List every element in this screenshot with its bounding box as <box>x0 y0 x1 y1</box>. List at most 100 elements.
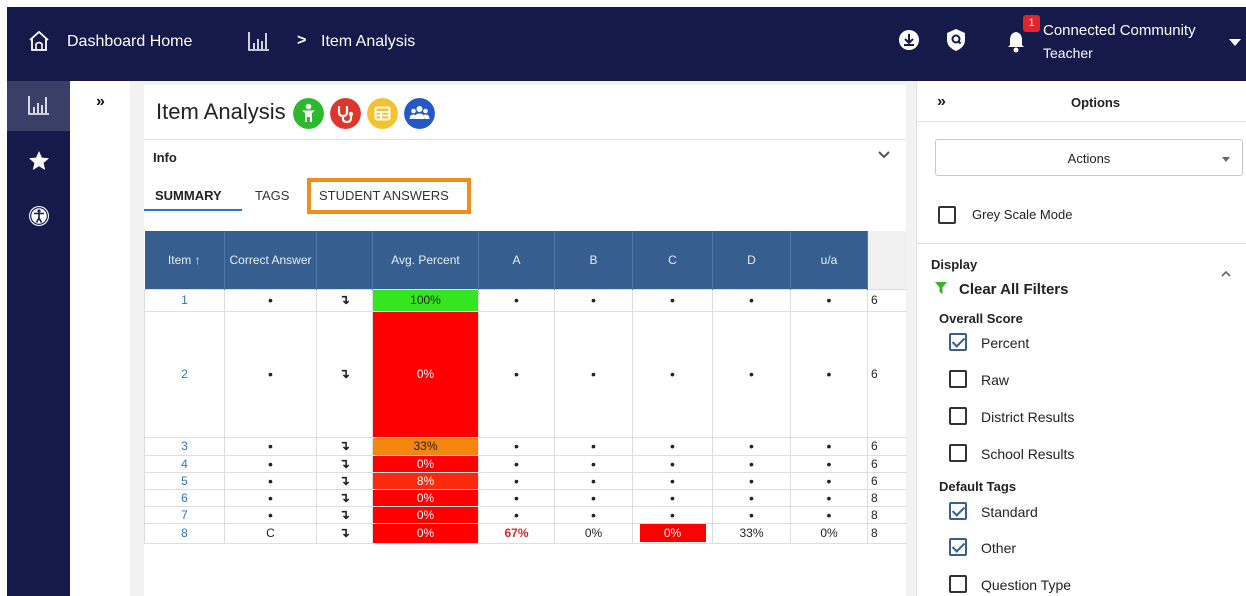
question-type-label: Question Type <box>981 577 1072 593</box>
unanswered-cell: • <box>790 436 868 456</box>
page-title: Item Analysis <box>156 99 286 124</box>
correct-answer-cell: • <box>224 471 317 490</box>
choice-a-cell: • <box>478 288 555 312</box>
left-sidebar <box>7 81 70 596</box>
shield-icon[interactable] <box>945 28 967 52</box>
choice-d-cell: 33% <box>712 522 791 544</box>
options-panel: » Options Actions Grey Scale Mode Displa… <box>916 81 1246 596</box>
distractor-icon-cell[interactable]: ↴ <box>316 522 373 544</box>
grey-scale-label: Grey Scale Mode <box>972 207 1073 222</box>
student-icon[interactable] <box>293 98 324 129</box>
item-number-cell[interactable]: 3 <box>144 436 225 456</box>
home-icon[interactable] <box>27 29 51 53</box>
item-number-cell[interactable]: 1 <box>144 288 225 312</box>
question-type-checkbox[interactable] <box>949 575 967 593</box>
bar-chart-icon <box>28 96 49 115</box>
distractor-icon-cell[interactable]: ↴ <box>316 505 373 524</box>
overflow-value-cell: 8 <box>867 522 907 544</box>
table-row: 3 • ↴ 33% • • • • • 6 <box>144 436 907 456</box>
column-header-avg-percent[interactable]: Avg. Percent <box>372 231 479 289</box>
column-header-c[interactable]: C <box>632 231 713 289</box>
standard-checkbox[interactable] <box>949 502 967 520</box>
overflow-value-cell: 6 <box>867 436 907 456</box>
bell-icon[interactable] <box>1005 29 1027 53</box>
chevron-down-icon[interactable] <box>877 148 891 162</box>
expand-panel-toggle[interactable]: » <box>96 93 105 111</box>
distractor-icon-cell[interactable]: ↴ <box>316 288 373 312</box>
correct-answer-cell: • <box>224 288 317 312</box>
choice-d-cell: • <box>712 505 791 524</box>
column-header-correct-answer[interactable]: Correct Answer <box>224 231 317 289</box>
table-row: 2 • ↴ 0% • • • • • 6 <box>144 310 907 438</box>
choice-d-cell: • <box>712 471 791 490</box>
stethoscope-icon[interactable] <box>330 98 361 129</box>
tab-summary[interactable]: SUMMARY <box>155 188 222 203</box>
accessibility-icon[interactable] <box>27 204 51 228</box>
percent-checkbox[interactable] <box>949 333 967 351</box>
collapse-options-toggle[interactable]: » <box>937 93 946 111</box>
raw-checkbox[interactable] <box>949 370 967 388</box>
sidebar-item-analytics[interactable] <box>7 81 70 131</box>
table-row: 4 • ↴ 0% • • • • • 6 <box>144 454 907 473</box>
choice-b-cell: 0% <box>554 522 633 544</box>
column-header-ua[interactable]: u/a <box>790 231 868 289</box>
item-number-cell[interactable]: 2 <box>144 310 225 438</box>
item-analysis-card: Item Analysis Info SUMMARY TAGS STUDENT … <box>144 85 907 596</box>
table-row: 7 • ↴ 0% • • • • • 8 <box>144 505 907 524</box>
dashboard-home-link[interactable]: Dashboard Home <box>67 33 192 51</box>
actions-dropdown-label: Actions <box>1067 151 1111 166</box>
distractor-icon-cell[interactable]: ↴ <box>316 436 373 456</box>
actions-dropdown[interactable]: Actions <box>935 139 1243 176</box>
choice-a-cell: • <box>478 488 555 507</box>
column-header-d[interactable]: D <box>712 231 791 289</box>
unanswered-cell: • <box>790 471 868 490</box>
overflow-value-cell: 6 <box>867 288 907 312</box>
percent-label: Percent <box>981 335 1030 351</box>
item-number-cell[interactable]: 6 <box>144 488 225 507</box>
user-name[interactable]: Connected Community <box>1043 22 1196 39</box>
choice-a-cell: • <box>478 471 555 490</box>
chevron-up-icon[interactable] <box>1220 268 1232 280</box>
correct-answer-cell: • <box>224 488 317 507</box>
item-number-cell[interactable]: 4 <box>144 454 225 473</box>
bar-chart-icon[interactable] <box>247 29 271 53</box>
clear-all-filters-button[interactable]: Clear All Filters <box>959 281 1068 298</box>
distractor-icon-cell[interactable]: ↴ <box>316 454 373 473</box>
table-icon[interactable] <box>367 98 398 129</box>
choice-b-cell: • <box>554 436 633 456</box>
column-header-item[interactable]: Item ↑ <box>144 231 225 289</box>
tab-tags[interactable]: TAGS <box>255 188 289 203</box>
column-header-a[interactable]: A <box>478 231 555 289</box>
star-icon[interactable] <box>27 149 51 173</box>
correct-answer-cell: C <box>224 522 317 544</box>
column-header-overflow <box>867 231 907 289</box>
choice-d-cell: • <box>712 310 791 438</box>
choice-d-cell: • <box>712 488 791 507</box>
main-content: Item Analysis Info SUMMARY TAGS STUDENT … <box>130 81 916 596</box>
tab-student-answers[interactable]: STUDENT ANSWERS <box>319 188 449 203</box>
school-results-checkbox[interactable] <box>949 444 967 462</box>
distractor-icon-cell[interactable]: ↴ <box>316 488 373 507</box>
table-row: 6 • ↴ 0% • • • • • 8 <box>144 488 907 507</box>
school-results-label: School Results <box>981 446 1075 462</box>
overall-score-label: Overall Score <box>939 311 1023 326</box>
top-navigation-bar: Dashboard Home > Item Analysis 1 Connect… <box>7 7 1246 81</box>
item-number-cell[interactable]: 8 <box>144 522 225 544</box>
avg-percent-cell: 0% <box>372 310 479 438</box>
user-role[interactable]: Teacher <box>1043 45 1093 61</box>
grey-scale-checkbox[interactable] <box>938 206 956 224</box>
column-header-b[interactable]: B <box>554 231 633 289</box>
choice-b-cell: • <box>554 488 633 507</box>
download-icon[interactable] <box>898 29 920 51</box>
item-number-cell[interactable]: 7 <box>144 505 225 524</box>
distractor-icon-cell[interactable]: ↴ <box>316 310 373 438</box>
correct-answer-cell: • <box>224 436 317 456</box>
distractor-icon-cell[interactable]: ↴ <box>316 471 373 490</box>
user-menu-caret-icon[interactable] <box>1229 39 1241 46</box>
breadcrumb-current: Item Analysis <box>321 33 416 50</box>
district-results-checkbox[interactable] <box>949 407 967 425</box>
choice-c-cell: • <box>632 288 713 312</box>
other-checkbox[interactable] <box>949 538 967 556</box>
group-icon[interactable] <box>404 98 435 129</box>
item-number-cell[interactable]: 5 <box>144 471 225 490</box>
